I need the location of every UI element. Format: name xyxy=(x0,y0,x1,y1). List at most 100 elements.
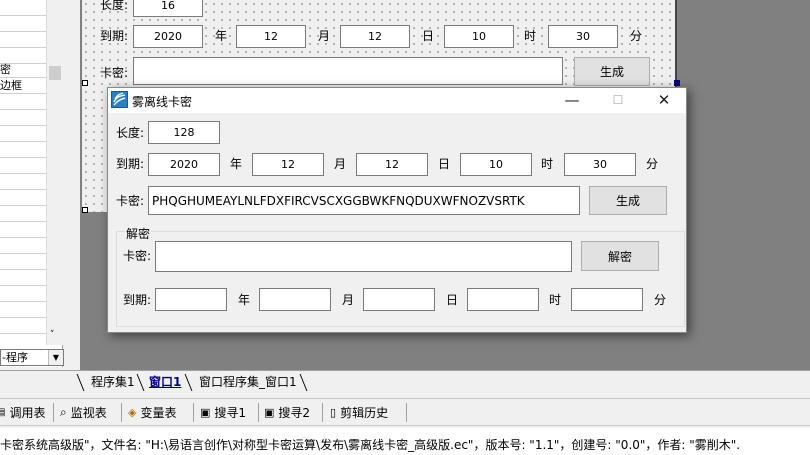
property-row[interactable] xyxy=(0,190,46,206)
tab-window1[interactable]: 窗口1 xyxy=(149,374,181,391)
status-line: 卡密系统高级版"，文件名: "H:\易语言创作\对称型卡密运算\发布\雾离线卡密… xyxy=(0,428,810,455)
designer-length-input[interactable]: 16 xyxy=(133,0,203,17)
decrypt-year-unit: 年 xyxy=(238,293,251,307)
designer-month-input[interactable]: 12 xyxy=(236,25,306,48)
property-row[interactable]: 边框 xyxy=(0,78,46,94)
key-input[interactable]: PHQGHUMEAYLNLFDXFIRCVSCXGGBWKFNQDUXWFNOZ… xyxy=(148,186,580,215)
property-row[interactable] xyxy=(0,110,46,126)
designer-date-label: 到期: xyxy=(100,29,129,43)
chevron-down-icon[interactable]: ▼ xyxy=(48,350,63,365)
month-input[interactable]: 12 xyxy=(252,153,324,176)
designer-key-input[interactable] xyxy=(133,57,563,85)
designer-minute-unit: 分 xyxy=(630,29,643,43)
property-row[interactable] xyxy=(0,126,46,142)
object-combo[interactable]: -程序 ▼ xyxy=(0,349,64,366)
decrypt-hour-unit: 时 xyxy=(549,293,562,307)
object-combo-value: -程序 xyxy=(2,351,28,364)
property-row[interactable] xyxy=(0,142,46,158)
minimize-button[interactable]: — xyxy=(549,88,595,113)
date-label: 到期: xyxy=(116,157,145,171)
search2-label: 搜寻2 xyxy=(278,406,311,420)
call-table-icon: ▤ xyxy=(0,407,6,418)
property-row[interactable] xyxy=(0,158,46,174)
decrypt-minute-input[interactable] xyxy=(571,288,643,311)
search1-button[interactable]: ▣ 搜寻1 xyxy=(200,402,246,423)
maximize-button[interactable]: ☐ xyxy=(595,88,641,113)
search2-button[interactable]: ▣ 搜寻2 xyxy=(264,402,310,423)
property-row[interactable] xyxy=(0,32,46,48)
day-input[interactable]: 12 xyxy=(356,153,428,176)
code-tab-strip: 程序集1 窗口1 窗口程序集_窗口1 xyxy=(0,370,810,393)
call-table-button[interactable]: ▤ 调用表 xyxy=(0,402,45,423)
scrollbar-thumb[interactable] xyxy=(49,66,61,80)
tab-assembly1[interactable]: 程序集1 xyxy=(91,374,135,391)
selection-handle[interactable] xyxy=(674,80,680,86)
length-input[interactable]: 128 xyxy=(148,121,220,144)
toolbar-divider xyxy=(121,403,122,422)
toolbar-divider xyxy=(193,403,194,422)
decrypt-minute-unit: 分 xyxy=(654,293,667,307)
designer-key-label: 卡密: xyxy=(100,66,129,80)
property-panel: 密 边框 ˅ -程序 ▼ ▪ 属性 xyxy=(0,0,64,390)
key-label: 卡密: xyxy=(116,194,145,208)
property-row[interactable] xyxy=(0,302,46,318)
toolbar-divider xyxy=(406,403,407,422)
property-row[interactable] xyxy=(0,174,46,190)
hour-input[interactable]: 10 xyxy=(460,153,532,176)
magnifier-icon: ⌕ xyxy=(60,405,67,419)
app-window: 雾离线卡密 — ☐ ✕ 长度: 128 到期: 2020 年 12 月 12 日… xyxy=(107,87,687,333)
tab-window-assembly[interactable]: 窗口程序集_窗口1 xyxy=(199,374,297,391)
scroll-down-icon[interactable]: ˅ xyxy=(50,330,55,340)
property-row[interactable] xyxy=(0,0,46,16)
variable-icon: ◈ xyxy=(128,406,137,419)
property-row[interactable] xyxy=(0,270,46,286)
property-row[interactable] xyxy=(0,318,46,334)
property-row[interactable] xyxy=(0,222,46,238)
search-list-icon: ▣ xyxy=(264,406,275,419)
property-row[interactable] xyxy=(0,254,46,270)
app-logo-icon xyxy=(111,91,128,108)
designer-hour-input[interactable]: 10 xyxy=(444,25,514,48)
clipboard-history-button[interactable]: ▯ 剪辑历史 xyxy=(330,402,388,423)
toolbar-divider xyxy=(53,403,54,422)
selection-handle[interactable] xyxy=(82,80,88,86)
generate-button[interactable]: 生成 xyxy=(589,186,667,215)
designer-year-input[interactable]: 2020 xyxy=(133,25,203,48)
decrypt-day-input[interactable] xyxy=(363,288,435,311)
hour-unit: 时 xyxy=(541,157,554,171)
property-row[interactable] xyxy=(0,16,46,32)
property-row[interactable] xyxy=(0,206,46,222)
tab-separator xyxy=(76,374,90,391)
decrypt-year-input[interactable] xyxy=(155,288,227,311)
search-list-icon: ▣ xyxy=(200,406,211,419)
property-row[interactable]: 密 xyxy=(0,62,46,78)
bottom-toolbar: ▤ 调用表 ⌕ 监视表 ◈ 变量表 ▣ 搜寻1 ▣ 搜寻2 ▯ 剪辑历史 xyxy=(0,398,810,426)
title-bar[interactable]: 雾离线卡密 — ☐ ✕ xyxy=(108,88,686,113)
selection-handle[interactable] xyxy=(82,207,88,213)
property-row[interactable] xyxy=(0,286,46,302)
designer-length-label: 长度: xyxy=(100,0,129,12)
property-row[interactable] xyxy=(0,238,46,254)
decrypt-month-input[interactable] xyxy=(259,288,331,311)
designer-generate-button[interactable]: 生成 xyxy=(574,57,650,86)
decrypt-button[interactable]: 解密 xyxy=(581,241,659,271)
watch-table-button[interactable]: ⌕ 监视表 xyxy=(60,402,107,423)
call-table-label: 调用表 xyxy=(9,406,46,420)
property-row[interactable] xyxy=(0,94,46,110)
decrypt-hour-input[interactable] xyxy=(467,288,539,311)
clipboard-icon: ▯ xyxy=(330,406,337,419)
year-input[interactable]: 2020 xyxy=(148,153,220,176)
window-title: 雾离线卡密 xyxy=(132,95,193,109)
toolbar-divider xyxy=(322,403,323,422)
designer-day-input[interactable]: 12 xyxy=(340,25,410,48)
tab-separator xyxy=(184,374,198,391)
designer-minute-input[interactable]: 30 xyxy=(548,25,618,48)
decrypt-key-input[interactable] xyxy=(155,241,572,272)
minute-input[interactable]: 30 xyxy=(564,153,636,176)
variable-table-label: 变量表 xyxy=(140,406,177,420)
search1-label: 搜寻1 xyxy=(214,406,247,420)
close-button[interactable]: ✕ xyxy=(641,88,687,113)
variable-table-button[interactable]: ◈ 变量表 xyxy=(128,402,176,423)
decrypt-day-unit: 日 xyxy=(446,293,459,307)
property-scrollbar[interactable]: ˅ xyxy=(46,0,63,345)
